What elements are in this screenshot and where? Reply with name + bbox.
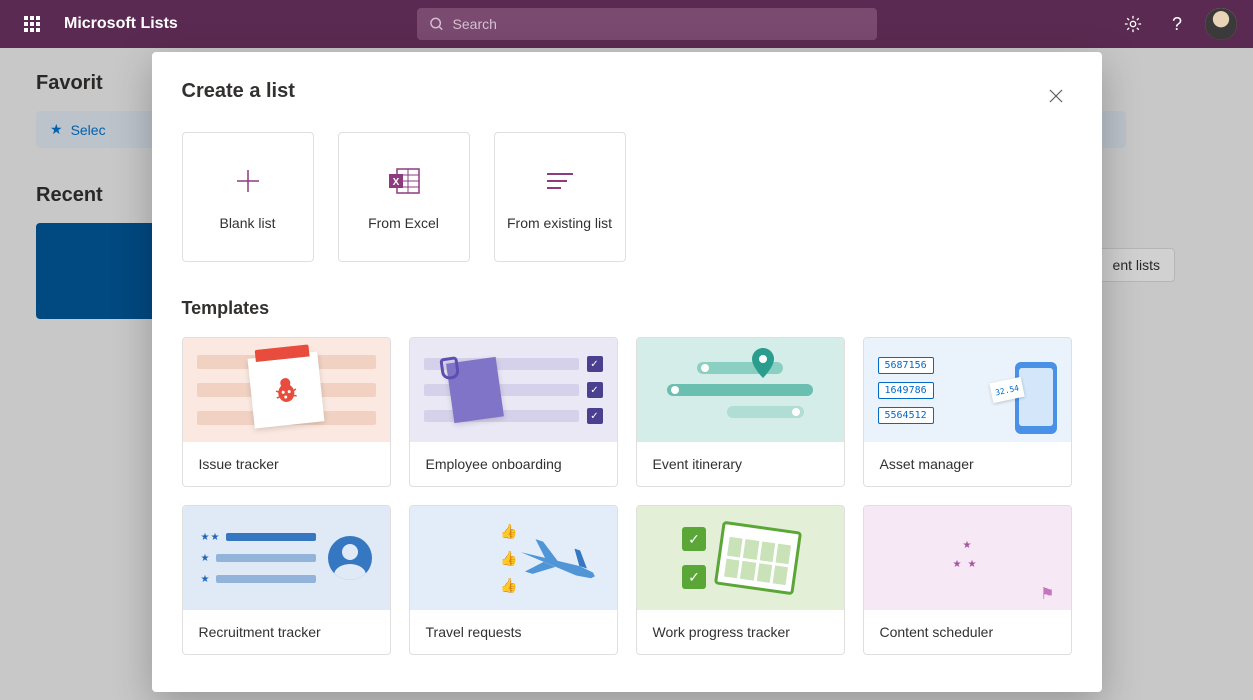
template-preview: 👍 👍 👍 [410,506,617,610]
template-preview [183,338,390,442]
option-label: From Excel [368,215,439,231]
option-from-excel[interactable]: X From Excel [338,132,470,262]
template-asset-manager[interactable]: 5687156 1649786 5564512 32.54 Asset mana… [863,337,1072,487]
excel-icon: X [386,163,422,199]
plus-icon [230,163,266,199]
create-list-dialog: Create a list Blank list X From Excel [152,52,1102,692]
app-header: Microsoft Lists ? [0,0,1253,48]
app-title: Microsoft Lists [64,15,178,33]
template-travel-requests[interactable]: 👍 👍 👍 Travel requests [409,505,618,655]
template-issue-tracker[interactable]: Issue tracker [182,337,391,487]
list-icon [542,163,578,199]
calendar-icon [714,521,802,596]
template-label: Recruitment tracker [183,610,390,654]
template-label: Travel requests [410,610,617,654]
help-icon: ? [1172,14,1182,35]
template-employee-onboarding[interactable]: ✓ ✓ ✓ Employee onboarding [409,337,618,487]
search-icon [429,16,444,32]
templates-heading: Templates [182,298,1072,319]
user-avatar[interactable] [1205,8,1237,40]
option-blank-list[interactable]: Blank list [182,132,314,262]
template-preview: 5687156 1649786 5564512 32.54 [864,338,1071,442]
close-icon [1049,89,1063,103]
template-event-itinerary[interactable]: Event itinerary [636,337,845,487]
template-recruitment-tracker[interactable]: ★★ ★ ★ Recruitment tracker [182,505,391,655]
template-label: Issue tracker [183,442,390,486]
svg-text:X: X [392,177,399,188]
asset-id: 5564512 [878,407,934,424]
template-work-progress[interactable]: ✓ ✓ Work progress tracker [636,505,845,655]
template-label: Asset manager [864,442,1071,486]
help-button[interactable]: ? [1161,8,1193,40]
flag-icon: ⚑ [1040,584,1054,604]
template-preview: ⚑ [864,506,1071,610]
waffle-icon [24,16,40,32]
option-label: Blank list [219,215,275,231]
template-preview: ✓ ✓ ✓ [410,338,617,442]
person-icon [328,536,372,580]
template-preview [637,338,844,442]
asset-id: 5687156 [878,357,934,374]
template-preview: ★★ ★ ★ [183,506,390,610]
asset-id: 1649786 [878,382,934,399]
template-label: Employee onboarding [410,442,617,486]
template-content-scheduler[interactable]: ⚑ Content scheduler [863,505,1072,655]
phone-icon [1015,362,1057,434]
close-button[interactable] [1040,80,1072,112]
template-label: Event itinerary [637,442,844,486]
pin-icon [752,348,774,378]
template-label: Content scheduler [864,610,1071,654]
settings-button[interactable] [1117,8,1149,40]
option-label: From existing list [507,215,612,231]
search-input[interactable] [453,16,866,32]
app-launcher-button[interactable] [8,0,56,48]
option-from-existing[interactable]: From existing list [494,132,626,262]
bug-icon [270,374,303,407]
search-box[interactable] [417,8,877,40]
gear-icon [1124,15,1142,33]
template-label: Work progress tracker [637,610,844,654]
template-preview: ✓ ✓ [637,506,844,610]
dialog-title: Create a list [182,80,295,103]
